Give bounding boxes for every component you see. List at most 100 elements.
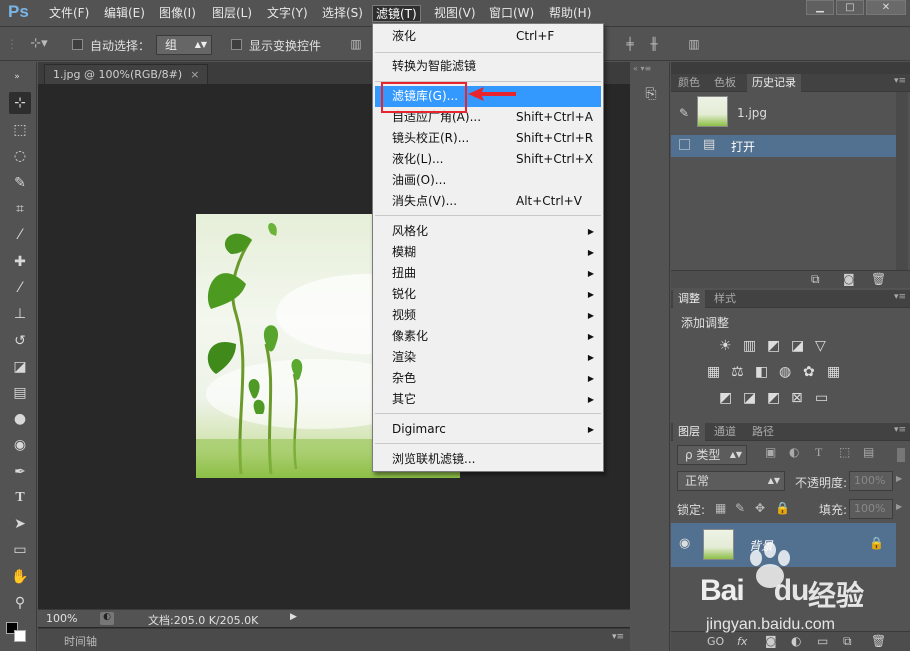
menu-view[interactable]: 视图(V) bbox=[431, 5, 479, 22]
tab-swatches[interactable]: 色板 bbox=[709, 74, 741, 92]
move-tool-preset-icon[interactable]: ⊹▾ bbox=[24, 36, 54, 52]
zoom-tool-icon[interactable]: ⚲ bbox=[9, 592, 31, 614]
tab-layers[interactable]: 图层 bbox=[673, 423, 705, 441]
selective-color-icon[interactable]: ⊠ bbox=[791, 390, 803, 406]
menu-item-convert-smart-filter[interactable]: 转换为智能滤镜 bbox=[375, 56, 601, 77]
photo-filter-icon[interactable]: ◍ bbox=[779, 364, 791, 380]
background-color-swatch[interactable] bbox=[14, 630, 26, 642]
menu-help[interactable]: 帮助(H) bbox=[546, 5, 594, 22]
layer-name[interactable]: 背景 bbox=[749, 537, 773, 554]
eyedropper-tool-icon[interactable]: ⁄ bbox=[9, 224, 31, 246]
brightness-icon[interactable]: ☀ bbox=[719, 338, 732, 354]
auto-select-dropdown[interactable]: 组 ▲▼ bbox=[156, 35, 212, 55]
lasso-tool-icon[interactable]: ◌ bbox=[9, 145, 31, 167]
menu-item-liquify[interactable]: 液化(L)... Shift+Ctrl+X bbox=[375, 149, 601, 170]
invert-icon[interactable]: ◩ bbox=[719, 390, 732, 406]
blur-tool-icon[interactable]: ● bbox=[9, 408, 31, 430]
exposure-icon[interactable]: ◪ bbox=[791, 338, 804, 354]
tab-channels[interactable]: 通道 bbox=[709, 423, 741, 441]
levels-icon[interactable]: ▥ bbox=[743, 338, 756, 354]
menu-layer[interactable]: 图层(L) bbox=[209, 5, 255, 22]
strip-collapse-icon[interactable]: « ▾≡ bbox=[633, 64, 668, 74]
history-step-open[interactable]: ▤ 打开 bbox=[671, 135, 896, 157]
history-brush-source-icon[interactable]: ✎ bbox=[679, 106, 689, 120]
filter-toggle-switch[interactable] bbox=[897, 448, 905, 462]
color-lookup-icon[interactable]: ▦ bbox=[827, 364, 840, 380]
menu-item-digimarc[interactable]: Digimarc ▶ bbox=[375, 419, 601, 440]
panel-menu-icon[interactable]: ▾≡ bbox=[894, 76, 906, 86]
layer-row-background[interactable]: ◉ 背景 🔒 bbox=[671, 523, 896, 567]
close-tab-icon[interactable]: × bbox=[190, 68, 199, 81]
menu-item-vanishing-point[interactable]: 消失点(V)... Alt+Ctrl+V bbox=[375, 191, 601, 212]
brush-tool-icon[interactable]: ⁄ bbox=[9, 277, 31, 299]
pen-tool-icon[interactable]: ✒ bbox=[9, 461, 31, 483]
auto-align-icon[interactable]: ▥ bbox=[686, 36, 702, 52]
path-select-icon[interactable]: ➤ bbox=[9, 513, 31, 535]
move-tool-icon[interactable]: ⊹ bbox=[9, 92, 31, 114]
collapse-icon[interactable]: » bbox=[6, 66, 28, 88]
new-layer-icon[interactable]: ⧉ bbox=[843, 634, 852, 649]
history-snapshot[interactable]: ✎ 1.jpg bbox=[671, 94, 896, 134]
trash-icon[interactable]: 🗑 bbox=[871, 634, 886, 648]
panel-menu-icon[interactable]: ▾≡ bbox=[894, 425, 906, 435]
menu-item-video[interactable]: 视频 ▶ bbox=[375, 305, 601, 326]
menu-image[interactable]: 图像(I) bbox=[156, 5, 199, 22]
menu-item-other[interactable]: 其它 ▶ bbox=[375, 389, 601, 410]
lock-all-icon[interactable]: 🔒 bbox=[775, 501, 790, 515]
tab-adjustments[interactable]: 调整 bbox=[673, 290, 705, 308]
menu-file[interactable]: 文件(F) bbox=[46, 5, 92, 22]
hand-tool-icon[interactable]: ✋ bbox=[9, 566, 31, 588]
document-tab[interactable]: 1.jpg @ 100%(RGB/8#) × bbox=[44, 64, 209, 84]
tab-color[interactable]: 颜色 bbox=[673, 74, 705, 92]
hue-saturation-icon[interactable]: ▦ bbox=[707, 364, 720, 380]
align-top-icon[interactable]: ▥ bbox=[348, 36, 364, 52]
blend-mode-dropdown[interactable]: 正常 ▲▼ bbox=[677, 471, 785, 491]
menu-item-lens-correction[interactable]: 镜头校正(R)... Shift+Ctrl+R bbox=[375, 128, 601, 149]
lock-transparent-icon[interactable]: ▦ bbox=[715, 501, 726, 515]
menu-item-last-filter[interactable]: 液化 Ctrl+F bbox=[375, 26, 601, 47]
menu-item-stylize[interactable]: 风格化 ▶ bbox=[375, 221, 601, 242]
channel-mixer-icon[interactable]: ✿ bbox=[803, 364, 815, 380]
distribute-icon[interactable]: ╪ bbox=[622, 36, 638, 52]
fx-icon[interactable]: fx bbox=[737, 635, 747, 648]
menu-item-sharpen[interactable]: 锐化 ▶ bbox=[375, 284, 601, 305]
fill-input[interactable]: 100% bbox=[849, 499, 893, 519]
curves-icon[interactable]: ◩ bbox=[767, 338, 780, 354]
tab-paths[interactable]: 路径 bbox=[747, 423, 779, 441]
quick-select-tool-icon[interactable]: ✎ bbox=[9, 172, 31, 194]
opacity-arrow-icon[interactable]: ▶ bbox=[896, 474, 902, 483]
maximize-button[interactable]: □ bbox=[836, 0, 864, 15]
history-panel-icon[interactable]: ⎘ bbox=[641, 86, 661, 106]
auto-select-checkbox[interactable] bbox=[72, 39, 83, 50]
color-balance-icon[interactable]: ⚖ bbox=[731, 364, 744, 380]
history-state-checkbox[interactable] bbox=[679, 139, 690, 150]
menu-edit[interactable]: 编辑(E) bbox=[101, 5, 148, 22]
smart-object-filter-icon[interactable]: ▤ bbox=[863, 445, 874, 459]
menu-item-blur[interactable]: 模糊 ▶ bbox=[375, 242, 601, 263]
gradient-map-icon[interactable]: ▭ bbox=[815, 390, 828, 406]
visibility-eye-icon[interactable]: ◉ bbox=[679, 536, 690, 551]
posterize-icon[interactable]: ◪ bbox=[743, 390, 756, 406]
tab-history[interactable]: 历史记录 bbox=[747, 74, 801, 92]
menu-filter[interactable]: 滤镜(T) bbox=[372, 5, 421, 22]
pixel-filter-icon[interactable]: ▣ bbox=[765, 445, 776, 459]
gradient-tool-icon[interactable]: ▤ bbox=[9, 382, 31, 404]
adjustment-icon[interactable]: ◐ bbox=[791, 634, 801, 648]
panel-menu-icon[interactable]: ▾≡ bbox=[894, 292, 906, 302]
trash-icon[interactable]: 🗑 bbox=[871, 272, 886, 286]
menu-type[interactable]: 文字(Y) bbox=[264, 5, 311, 22]
menu-item-browse-filters-online[interactable]: 浏览联机滤镜... bbox=[375, 449, 601, 470]
status-info-icon[interactable]: ◐ bbox=[100, 612, 114, 625]
folder-icon[interactable]: ▭ bbox=[817, 634, 828, 648]
history-brush-icon[interactable]: ↺ bbox=[9, 330, 31, 352]
status-menu-arrow-icon[interactable]: ▶ bbox=[290, 612, 297, 622]
eraser-tool-icon[interactable]: ◪ bbox=[9, 356, 31, 378]
fill-arrow-icon[interactable]: ▶ bbox=[896, 502, 902, 511]
zoom-level[interactable]: 100% bbox=[46, 612, 77, 625]
show-transform-checkbox[interactable] bbox=[231, 39, 242, 50]
layer-kind-filter-dropdown[interactable]: ρ 类型 ▲▼ bbox=[677, 445, 747, 465]
distribute-horizontal-icon[interactable]: ╫ bbox=[646, 36, 662, 52]
history-scrollbar[interactable] bbox=[896, 92, 908, 288]
menu-window[interactable]: 窗口(W) bbox=[486, 5, 537, 22]
type-filter-icon[interactable]: T bbox=[815, 445, 822, 460]
